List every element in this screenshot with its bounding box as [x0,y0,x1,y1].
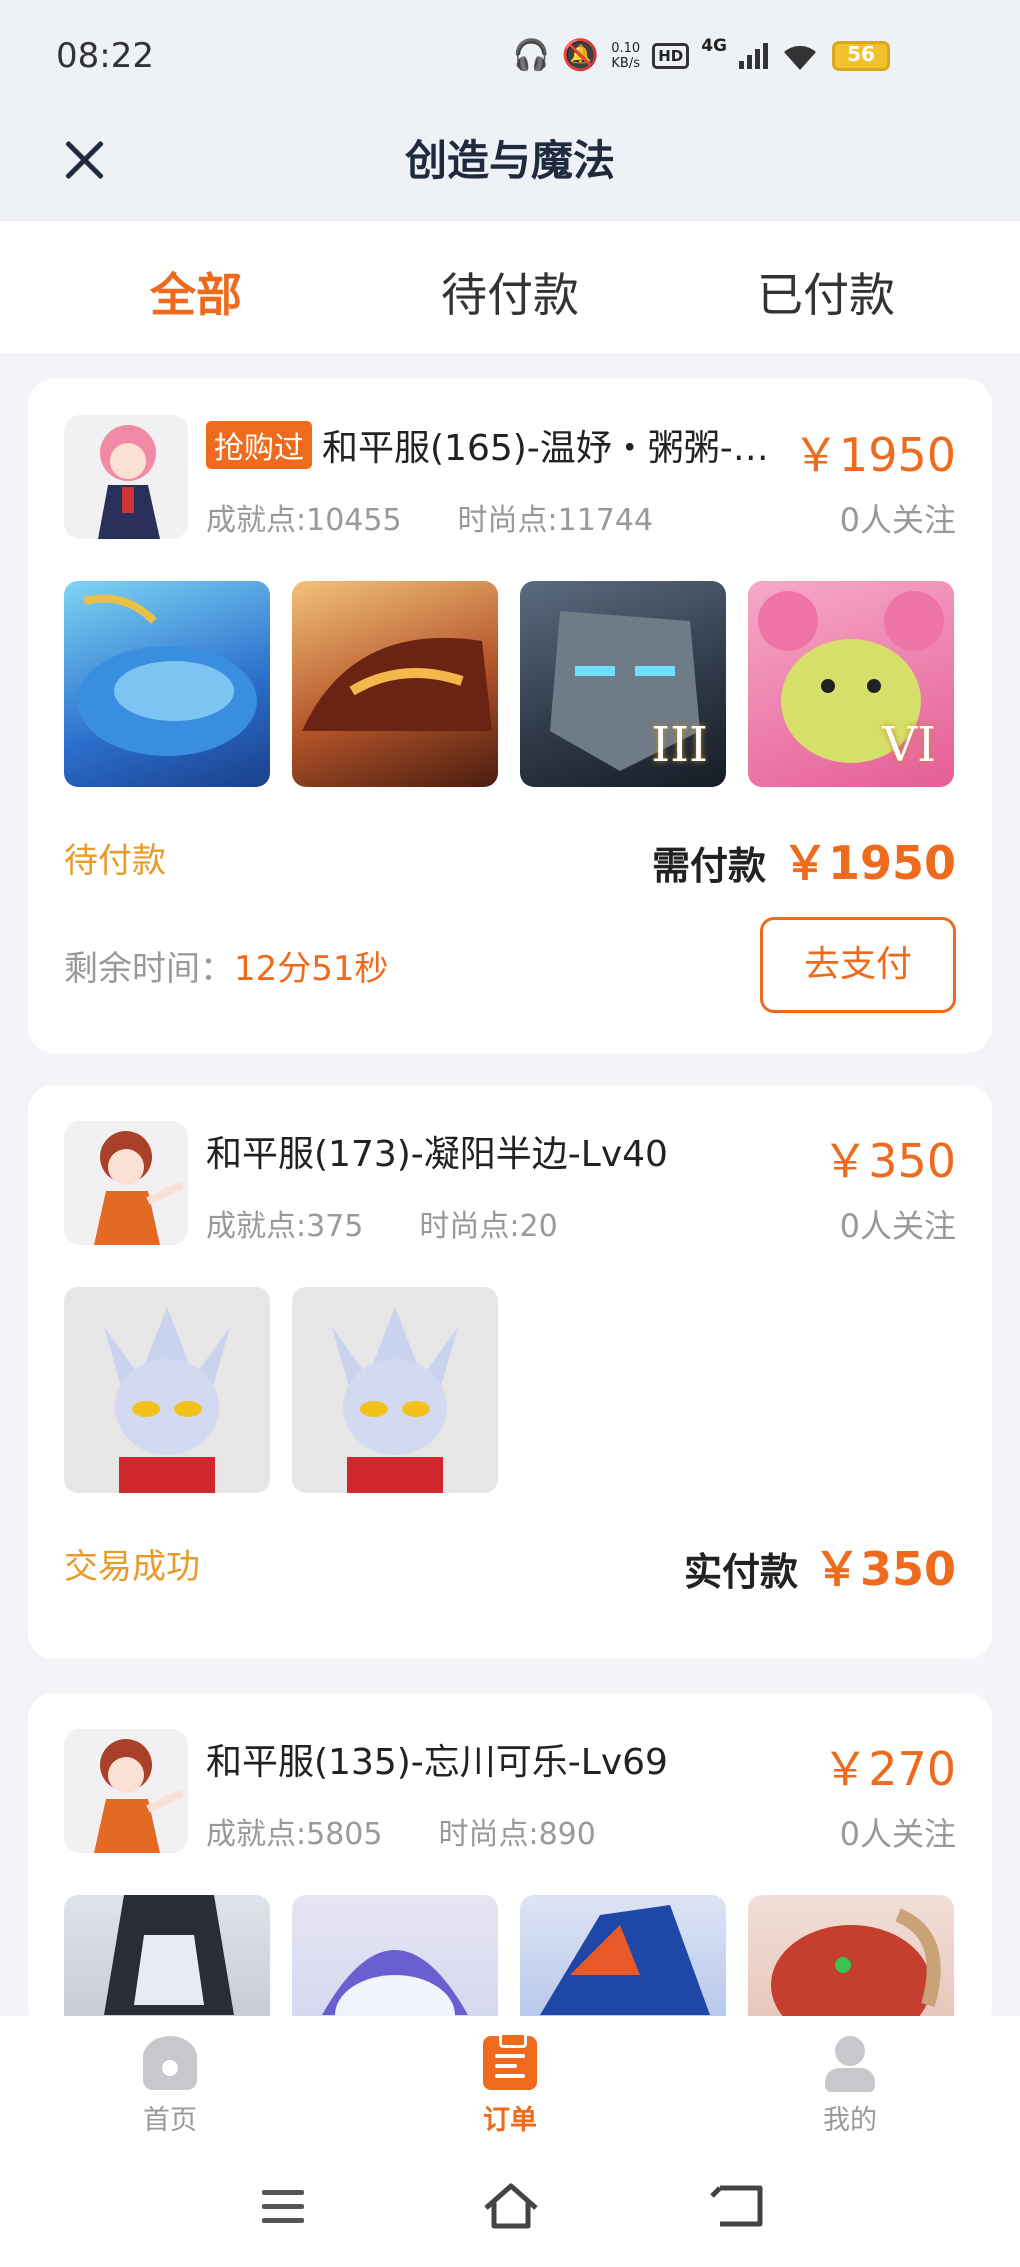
order-card[interactable]: 和平服(135)-忘川可乐-Lv69 成就点:5805 时尚点:890 ￥270… [28,1693,992,2101]
net-speed-value: 0.10 [611,41,641,56]
item-thumbnail[interactable]: III [520,581,726,787]
remaining-time-value: 12分51秒 [234,949,389,989]
bottom-nav: 首页 订单 我的 [0,2016,1020,2156]
followers-count: 0人关注 [839,1207,956,1245]
status-time: 08:22 [56,36,154,76]
tab-paid[interactable]: 已付款 [757,259,895,325]
payment-summary: 需付款 ￥1950 [652,827,956,893]
nav-orders-label: 订单 [483,2105,537,2136]
battery-level: 56 [847,42,875,66]
avatar [64,415,188,539]
item-thumbnail[interactable] [64,581,270,787]
order-status: 交易成功 [64,1547,200,1587]
nav-profile-label: 我的 [823,2105,877,2136]
battery-icon: 56 [832,41,890,71]
status-bar: 08:22 🎧 🔕 0.10 KB/s HD 4G 56 [0,0,1020,115]
system-nav-bar [0,2156,1020,2267]
status-icons: 🎧 🔕 0.10 KB/s HD 4G 56 [513,36,890,76]
order-title-row: 和平服(173)-凝阳半边-Lv40 [206,1125,668,1177]
rarity-badge: VI [882,717,936,773]
payment-amount: ￥350 [813,1542,956,1596]
order-stats: 成就点:375 时尚点:20 [206,1201,558,1245]
order-price: ￥1950 [792,428,956,482]
order-title: 和平服(165)-温妤・粥粥-… [322,428,769,469]
item-thumbnails [64,1287,498,1493]
wifi-icon [784,45,816,70]
order-stats: 成就点:5805 时尚点:890 [206,1809,596,1853]
network-type: 4G [701,36,727,56]
order-icon [483,2032,537,2090]
page-title: 创造与魔法 [404,136,615,185]
headphones-icon: 🎧 [512,38,550,73]
order-card[interactable]: 抢购过 和平服(165)-温妤・粥粥-… 成就点:10455 时尚点:11744… [28,379,992,1053]
tab-all[interactable]: 全部 [150,259,242,325]
order-title-row: 抢购过 和平服(165)-温妤・粥粥-… [206,419,769,471]
payment-amount: ￥1950 [781,836,956,890]
remaining-time-label: 剩余时间： [64,949,234,989]
order-tabs: 全部 待付款 已付款 [0,221,1020,353]
hd-icon: HD [652,43,690,69]
order-title-row: 和平服(135)-忘川可乐-Lv69 [206,1733,668,1785]
order-title: 和平服(135)-忘川可乐-Lv69 [206,1742,668,1783]
nav-home[interactable]: 首页 [110,2036,230,2137]
order-price: ￥350 [822,1134,956,1188]
order-price: ￥270 [822,1742,956,1796]
order-stats: 成就点:10455 时尚点:11744 [206,495,653,539]
item-thumbnails: III VI [64,581,954,787]
home-icon [143,2036,197,2090]
home-button-icon[interactable] [476,2176,546,2236]
order-title: 和平服(173)-凝阳半边-Lv40 [206,1134,668,1175]
avatar [64,1121,188,1245]
profile-icon [823,2036,877,2092]
net-speed: 0.10 KB/s [611,41,640,71]
item-thumbnail[interactable] [292,1287,498,1493]
payment-label: 需付款 [651,844,766,888]
payment-summary: 实付款 ￥350 [684,1533,956,1599]
order-status: 待付款 [64,841,166,881]
fashion-points: 时尚点:20 [419,1209,558,1244]
fashion-points: 时尚点:11744 [457,503,654,538]
nav-home-label: 首页 [143,2105,197,2136]
followers-count: 0人关注 [839,1815,956,1853]
signal-icon [739,43,768,69]
rush-buy-badge: 抢购过 [206,421,312,469]
item-thumbnail[interactable] [292,581,498,787]
remaining-time: 剩余时间：12分51秒 [64,941,389,990]
fashion-points: 时尚点:890 [438,1817,596,1852]
pay-now-button[interactable]: 去支付 [760,917,956,1013]
payment-label: 实付款 [683,1550,798,1594]
achievement-points: 成就点:5805 [206,1817,383,1852]
title-bar: 创造与魔法 [0,115,1020,221]
item-thumbnail[interactable] [64,1287,270,1493]
achievement-points: 成就点:10455 [206,503,402,538]
mute-bell-icon: 🔕 [561,38,600,73]
back-button-icon[interactable] [702,2176,772,2236]
order-card[interactable]: 和平服(173)-凝阳半边-Lv40 成就点:375 时尚点:20 ￥350 0… [28,1085,992,1659]
net-speed-unit: KB/s [611,56,641,71]
recent-apps-icon[interactable] [248,2176,318,2236]
nav-profile[interactable]: 我的 [790,2036,910,2137]
followers-count: 0人关注 [839,501,956,539]
nav-orders[interactable]: 订单 [450,2032,570,2137]
avatar [64,1729,188,1853]
tab-pending-payment[interactable]: 待付款 [441,259,579,325]
rarity-badge: III [651,717,708,773]
achievement-points: 成就点:375 [206,1209,364,1244]
item-thumbnail[interactable]: VI [748,581,954,787]
